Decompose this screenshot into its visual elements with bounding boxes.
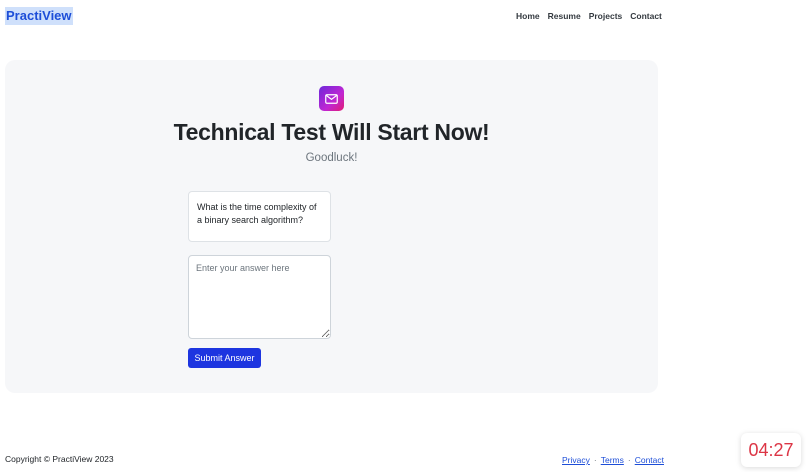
nav-home[interactable]: Home bbox=[516, 10, 540, 22]
mail-icon bbox=[319, 86, 344, 111]
nav-resume[interactable]: Resume bbox=[548, 10, 581, 22]
footer-links: Privacy · Terms · Contact bbox=[562, 455, 664, 465]
question-box: What is the time complexity of a binary … bbox=[188, 191, 331, 242]
footer-separator: · bbox=[593, 455, 597, 465]
submit-answer-button[interactable]: Submit Answer bbox=[188, 348, 261, 368]
footer-separator: · bbox=[627, 455, 631, 465]
copyright-text: Copyright © PractiView 2023 bbox=[5, 454, 114, 464]
footer-link-contact[interactable]: Contact bbox=[635, 455, 664, 465]
main-nav: Home Resume Projects Contact bbox=[516, 10, 662, 22]
answer-input[interactable] bbox=[188, 255, 331, 339]
countdown-timer: 04:27 bbox=[741, 433, 801, 467]
page-subtitle: Goodluck! bbox=[305, 152, 358, 164]
page-title: Technical Test Will Start Now! bbox=[173, 119, 490, 145]
nav-projects[interactable]: Projects bbox=[589, 10, 623, 22]
footer-link-privacy[interactable]: Privacy bbox=[562, 455, 590, 465]
footer-link-terms[interactable]: Terms bbox=[601, 455, 624, 465]
brand-logo[interactable]: PractiView bbox=[5, 7, 73, 25]
nav-contact[interactable]: Contact bbox=[630, 10, 662, 22]
